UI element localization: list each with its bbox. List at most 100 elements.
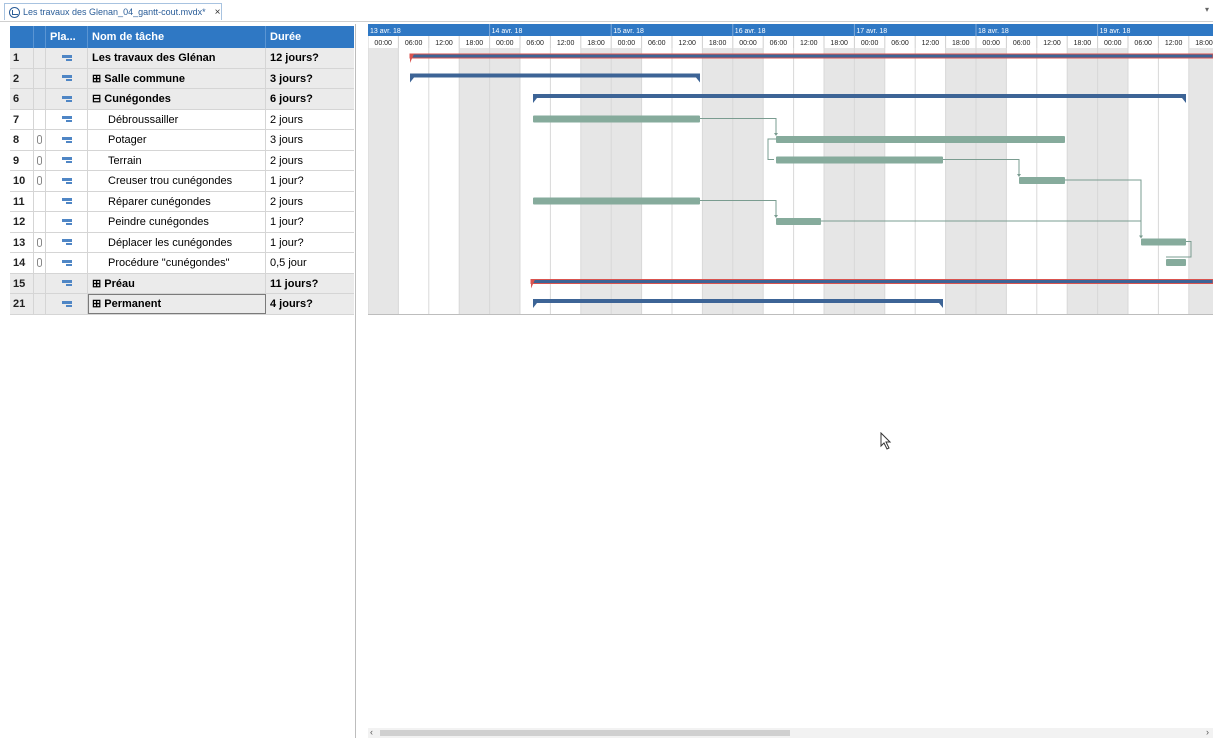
row-id[interactable]: 15	[10, 273, 34, 294]
document-tab[interactable]: Les travaux des Glenan_04_gantt-cout.mvd…	[4, 3, 222, 20]
row-id[interactable]: 8	[10, 130, 34, 150]
table-row[interactable]: 9 Terrain 2 jours	[10, 150, 354, 171]
table-row[interactable]: 6 ⊟ Cunégondes 6 jours?	[10, 89, 354, 110]
attachment-icon[interactable]	[37, 258, 42, 267]
row-id[interactable]: 12	[10, 212, 34, 232]
expand-toggle-icon[interactable]: ⊞	[92, 278, 104, 290]
task-mode-cell[interactable]	[46, 273, 88, 294]
task-mode-cell[interactable]	[46, 68, 88, 89]
row-id[interactable]: 13	[10, 232, 34, 253]
task-name-cell[interactable]: ⊞ Préau	[88, 273, 266, 294]
task-name: Réparer cunégondes	[108, 195, 211, 208]
scroll-left-icon[interactable]: ‹	[370, 727, 373, 737]
expand-toggle-icon[interactable]: ⊞	[92, 73, 104, 85]
duration-cell[interactable]: 3 jours	[266, 130, 354, 150]
duration-cell[interactable]: 12 jours?	[266, 48, 354, 68]
task-name-cell[interactable]: Réparer cunégondes	[88, 191, 266, 212]
non-working-shade	[1067, 48, 1098, 315]
row-id[interactable]: 9	[10, 150, 34, 171]
task-name-cell[interactable]: Peindre cunégondes	[88, 212, 266, 232]
expand-toggle-icon[interactable]: ⊟	[92, 93, 104, 105]
header-id[interactable]	[10, 26, 34, 48]
task-mode-cell[interactable]	[46, 171, 88, 191]
task-name-cell[interactable]: Creuser trou cunégondes	[88, 171, 266, 191]
header-indicators[interactable]	[34, 26, 46, 48]
non-working-shade	[459, 48, 490, 315]
gantt-chart[interactable]: 13 avr. 18 14 avr. 18 15 avr. 18 16 avr. 18…	[368, 24, 1213, 738]
task-name-cell[interactable]: ⊟ Cunégondes	[88, 89, 266, 109]
task-bar	[1141, 238, 1186, 246]
duration-cell[interactable]: 1 jour?	[266, 171, 354, 191]
header-task-name[interactable]: Nom de tâche	[88, 26, 266, 48]
table-row[interactable]: 12 Peindre cunégondes 1 jour?	[10, 212, 354, 233]
scroll-right-icon[interactable]: ›	[1206, 727, 1209, 737]
duration-cell[interactable]: 3 jours?	[266, 69, 354, 89]
task-name-cell[interactable]: ⊞ Salle commune	[88, 68, 266, 89]
row-id[interactable]: 2	[10, 68, 34, 89]
duration-cell[interactable]: 1 jour?	[266, 233, 354, 253]
task-name-cell[interactable]: Les travaux des Glénan	[88, 48, 266, 68]
task-name-cell[interactable]: ⊞ Permanent	[88, 294, 266, 314]
timescale-day-label: 15 avr. 18	[613, 28, 644, 35]
timescale-hour-label: 18:00	[587, 40, 605, 47]
duration-cell[interactable]: 11 jours?	[266, 274, 354, 294]
task-mode-cell[interactable]	[46, 109, 88, 130]
row-id[interactable]: 21	[10, 294, 34, 314]
indicator-cell	[34, 232, 46, 253]
scrollbar-thumb[interactable]	[380, 730, 790, 736]
row-id[interactable]: 7	[10, 109, 34, 130]
row-id[interactable]: 14	[10, 253, 34, 273]
duration-cell[interactable]: 0,5 jour	[266, 253, 354, 273]
tab-menu-icon[interactable]: ▾	[1205, 5, 1209, 14]
attachment-icon[interactable]	[37, 176, 42, 185]
duration-cell[interactable]: 1 jour?	[266, 212, 354, 232]
task-name-cell[interactable]: Potager	[88, 130, 266, 150]
task-mode-cell[interactable]	[46, 191, 88, 212]
header-duration[interactable]: Durée	[266, 26, 354, 48]
indicator-cell	[34, 212, 46, 232]
row-id[interactable]: 6	[10, 89, 34, 109]
table-row[interactable]: 13 Déplacer les cunégondes 1 jour?	[10, 232, 354, 253]
task-mode-cell[interactable]	[46, 294, 88, 314]
table-row[interactable]: 14 Procédure "cunégondes" 0,5 jour	[10, 253, 354, 274]
table-row[interactable]: 15 ⊞ Préau 11 jours?	[10, 273, 354, 294]
table-row[interactable]: 21 ⊞ Permanent 4 jours?	[10, 294, 354, 315]
attachment-icon[interactable]	[37, 237, 42, 247]
task-mode-cell[interactable]	[46, 253, 88, 273]
non-working-shade	[702, 48, 733, 315]
table-row[interactable]: 8 Potager 3 jours	[10, 130, 354, 151]
task-name-cell[interactable]: Débroussailler	[88, 109, 266, 130]
task-name-cell[interactable]: Déplacer les cunégondes	[88, 232, 266, 253]
duration-cell[interactable]: 4 jours?	[266, 294, 354, 314]
expand-toggle-icon[interactable]: ⊞	[92, 298, 104, 310]
task-name: Déplacer les cunégondes	[108, 236, 233, 249]
row-id[interactable]: 1	[10, 48, 34, 68]
table-row[interactable]: 11 Réparer cunégondes 2 jours	[10, 191, 354, 212]
task-mode-cell[interactable]	[46, 130, 88, 150]
table-row[interactable]: 7 Débroussailler 2 jours	[10, 109, 354, 130]
duration-cell[interactable]: 2 jours	[266, 192, 354, 212]
task-name-cell[interactable]: Terrain	[88, 150, 266, 171]
auto-schedule-icon	[61, 54, 73, 63]
task-mode-cell[interactable]	[46, 150, 88, 171]
horizontal-scrollbar[interactable]: ‹ ›	[368, 727, 1213, 738]
duration-cell[interactable]: 2 jours	[266, 110, 354, 130]
row-id[interactable]: 10	[10, 171, 34, 191]
table-row[interactable]: 10 Creuser trou cunégondes 1 jour?	[10, 171, 354, 192]
task-mode-cell[interactable]	[46, 232, 88, 253]
attachment-icon[interactable]	[37, 155, 42, 165]
table-row[interactable]: 2 ⊞ Salle commune 3 jours?	[10, 68, 354, 89]
header-mode[interactable]: Pla...	[46, 26, 88, 48]
attachment-icon[interactable]	[37, 135, 42, 144]
task-name-cell[interactable]: Procédure "cunégondes"	[88, 253, 266, 273]
duration-cell[interactable]: 2 jours	[266, 151, 354, 171]
task-bar	[776, 218, 821, 225]
task-mode-cell[interactable]	[46, 48, 88, 68]
task-mode-cell[interactable]	[46, 212, 88, 232]
row-id[interactable]: 11	[10, 191, 34, 212]
auto-schedule-icon	[61, 177, 73, 186]
duration-cell[interactable]: 6 jours?	[266, 89, 354, 109]
close-tab-icon[interactable]: ×	[215, 7, 221, 18]
task-mode-cell[interactable]	[46, 89, 88, 109]
table-row[interactable]: 1 Les travaux des Glénan 12 jours?	[10, 48, 354, 69]
